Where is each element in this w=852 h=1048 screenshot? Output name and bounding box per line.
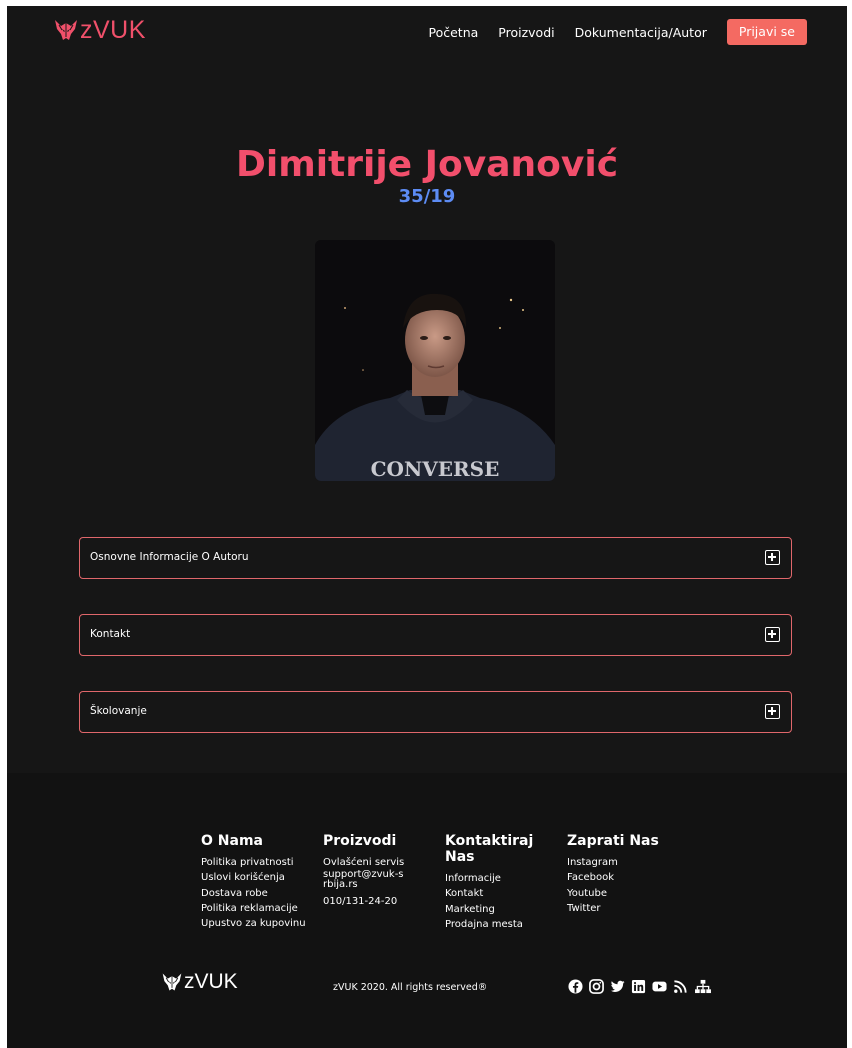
- footer-logo-text: zVUK: [184, 970, 238, 993]
- login-button[interactable]: Prijavi se: [726, 19, 807, 45]
- logo-text: zVUK: [80, 15, 146, 44]
- footer-link[interactable]: Instagram: [567, 855, 679, 870]
- author-name: Dimitrije Jovanović: [235, 144, 619, 185]
- navbar: zVUK Početna Proizvodi Dokumentacija/Aut…: [7, 6, 847, 56]
- footer-link[interactable]: Kontakt: [445, 886, 541, 901]
- svg-text:CONVERSE: CONVERSE: [371, 457, 500, 481]
- footer-column-title: O Nama: [201, 833, 263, 849]
- footer-column-proizvodi: Proizvodi Ovlašćeni servis support@zvuk-…: [323, 833, 423, 910]
- social-icons: [568, 979, 718, 994]
- rss-icon[interactable]: [673, 979, 688, 994]
- plus-square-icon[interactable]: [765, 550, 780, 565]
- footer: O Nama Politika privatnosti Uslovi koriš…: [7, 773, 847, 1048]
- wolf-logo-icon: [53, 17, 79, 43]
- author-photo: CONVERSE: [315, 240, 555, 481]
- footer-link[interactable]: Politika reklamacije: [201, 901, 313, 916]
- footer-column-title: Proizvodi: [323, 833, 397, 849]
- footer-link[interactable]: Marketing: [445, 902, 541, 917]
- accordion-skolovanje[interactable]: Školovanje: [79, 691, 792, 733]
- page: zVUK Početna Proizvodi Dokumentacija/Aut…: [7, 6, 847, 1048]
- footer-link[interactable]: Politika privatnosti: [201, 855, 313, 870]
- author-index: 35/19: [398, 186, 456, 207]
- linkedin-icon[interactable]: [631, 979, 646, 994]
- footer-logo[interactable]: zVUK: [161, 970, 238, 994]
- instagram-icon[interactable]: [589, 979, 604, 994]
- accordion-kontakt[interactable]: Kontakt: [79, 614, 792, 656]
- footer-link[interactable]: Upustvo za kupovinu: [201, 916, 313, 931]
- footer-column-o-nama: O Nama Politika privatnosti Uslovi koriš…: [201, 833, 313, 931]
- footer-link[interactable]: Twitter: [567, 901, 679, 916]
- footer-link[interactable]: Ovlašćeni servis: [323, 855, 423, 870]
- nav-links: Početna Proizvodi Dokumentacija/Autor Pr…: [428, 19, 807, 45]
- accordion-label: Školovanje: [90, 705, 147, 717]
- footer-link[interactable]: Youtube: [567, 886, 679, 901]
- nav-link-pocetna[interactable]: Početna: [428, 25, 478, 40]
- footer-phone[interactable]: 010/131-24-20: [323, 894, 423, 909]
- nav-link-dokumentacija[interactable]: Dokumentacija/Autor: [575, 25, 707, 40]
- youtube-icon[interactable]: [652, 979, 667, 994]
- footer-column-title: Kontaktiraj Nas: [445, 833, 534, 865]
- footer-link[interactable]: Uslovi korišćenja: [201, 870, 313, 885]
- plus-square-icon[interactable]: [765, 704, 780, 719]
- copyright-text: zVUK 2020. All rights reserved®: [333, 982, 488, 993]
- footer-column-title: Zaprati Nas: [567, 833, 659, 849]
- accordion-osnovne-informacije[interactable]: Osnovne Informacije O Autoru: [79, 537, 792, 579]
- plus-square-icon[interactable]: [765, 627, 780, 642]
- footer-link[interactable]: Facebook: [567, 870, 679, 885]
- twitter-icon[interactable]: [610, 979, 625, 994]
- footer-column-zaprati-nas: Zaprati Nas Instagram Facebook Youtube T…: [567, 833, 679, 916]
- sitemap-icon[interactable]: [694, 979, 712, 994]
- footer-link[interactable]: Informacije: [445, 871, 541, 886]
- footer-email-link[interactable]: support@zvuk-srbija.rs: [323, 870, 405, 890]
- site-logo[interactable]: zVUK: [53, 16, 146, 44]
- nav-link-proizvodi[interactable]: Proizvodi: [498, 25, 554, 40]
- footer-link[interactable]: Prodajna mesta: [445, 917, 541, 932]
- footer-column-kontaktiraj-nas: Kontaktiraj Nas Informacije Kontakt Mark…: [445, 833, 541, 932]
- accordion-label: Osnovne Informacije O Autoru: [90, 551, 249, 563]
- footer-link[interactable]: Dostava robe: [201, 886, 313, 901]
- wolf-logo-icon: [161, 971, 183, 993]
- facebook-icon[interactable]: [568, 979, 583, 994]
- accordion-label: Kontakt: [90, 628, 131, 640]
